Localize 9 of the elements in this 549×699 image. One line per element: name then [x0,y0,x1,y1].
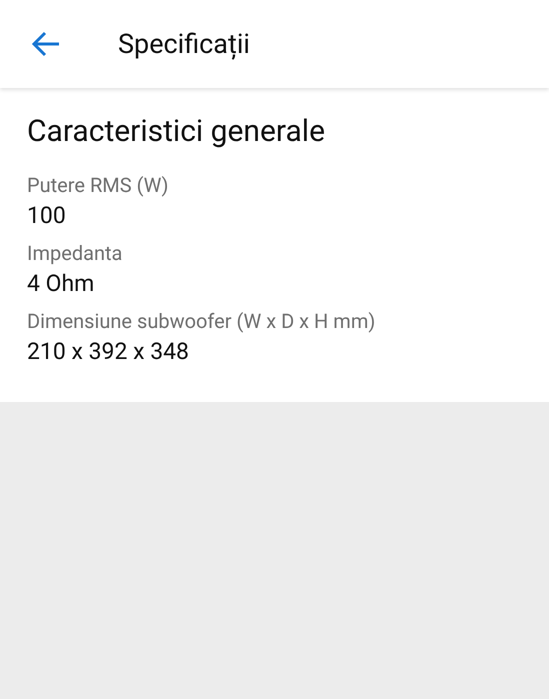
spec-label: Dimensiune subwoofer (W x D x H mm) [27,308,376,335]
spec-value: 100 [27,201,67,231]
spec-value: 210 x 392 x 348 [27,337,190,367]
spec-label: Putere RMS (W) [27,172,170,199]
spec-label: Impedanta [27,240,124,267]
spec-value: 4 Ohm [27,269,96,299]
back-arrow-icon [31,30,61,58]
section-title: Caracteristici generale [27,114,326,150]
page-title: Specificații [118,26,250,62]
